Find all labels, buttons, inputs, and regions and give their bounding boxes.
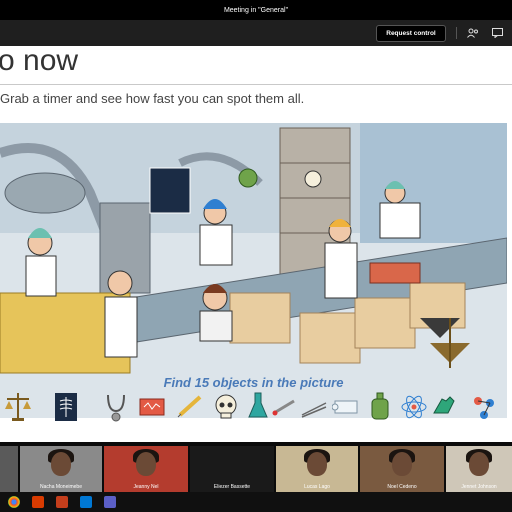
hidden-objects-illustration <box>0 123 507 418</box>
scales-icon <box>5 393 31 421</box>
scroll-icon <box>332 400 358 414</box>
skull-icon <box>215 394 237 419</box>
teams-icon[interactable] <box>104 496 116 508</box>
participant-name: Jeanny Nel <box>133 484 159 490</box>
request-control-button[interactable]: Request control <box>376 25 446 42</box>
people-icon[interactable] <box>466 26 480 40</box>
stethoscope-icon <box>107 394 125 422</box>
atom-icon <box>401 395 427 419</box>
toolbar-divider <box>456 27 457 39</box>
objects-to-find-row <box>0 389 507 425</box>
participant-name: Nacha Moneimebe <box>40 484 82 490</box>
chat-icon[interactable] <box>490 26 504 40</box>
slide-title: o now <box>0 46 79 77</box>
office-icon[interactable] <box>32 496 44 508</box>
window-titlebar: Meeting in "General" <box>0 0 512 20</box>
title-divider <box>0 84 512 85</box>
participant-name: Lucas Lago <box>304 484 330 490</box>
participant-name: Eliezer Bassette <box>213 484 251 490</box>
avatar <box>51 452 71 476</box>
avatar <box>392 452 412 476</box>
thermometer-icon <box>272 399 295 416</box>
participant-tile[interactable]: Lucas Lago <box>276 446 358 492</box>
participant-tile[interactable]: Jeanny Nel <box>104 446 188 492</box>
windows-taskbar <box>0 492 512 512</box>
slide-subtitle: Grab a timer and see how fast you can sp… <box>0 91 305 106</box>
participant-name: Noel Cedeno <box>387 484 417 490</box>
participant-name: Jennet Johnson <box>461 484 497 490</box>
glove-icon <box>433 396 455 414</box>
flask-icon <box>248 392 268 418</box>
avatar <box>469 452 489 476</box>
avatar <box>136 452 156 476</box>
find-objects-caption: Find 15 objects in the picture <box>163 375 344 390</box>
meeting-toolbar: Request control <box>0 20 512 46</box>
participant-tile[interactable]: Nacha Moneimebe <box>20 446 102 492</box>
participant-tile[interactable] <box>0 446 18 492</box>
powerpoint-icon[interactable] <box>56 496 68 508</box>
window-title: Meeting in "General" <box>223 6 289 14</box>
syringe-icon <box>177 395 202 418</box>
xray-icon <box>55 393 77 421</box>
chrome-icon[interactable] <box>8 496 20 508</box>
participant-tile[interactable]: Jennet Johnson <box>446 446 512 492</box>
molecule-icon <box>474 397 494 419</box>
participant-tile[interactable]: Eliezer Bassette <box>190 446 274 492</box>
hot-water-bottle-icon <box>371 392 389 420</box>
participant-gallery: Nacha Moneimebe Jeanny Nel Eliezer Basse… <box>0 446 512 492</box>
participant-tile[interactable]: Noel Cedeno <box>360 446 444 492</box>
tweezers-icon <box>301 402 327 418</box>
clipboard-icon <box>139 398 165 416</box>
avatar <box>307 452 327 476</box>
shared-screen: o now Grab a timer and see how fast you … <box>0 46 512 442</box>
store-icon[interactable] <box>80 496 92 508</box>
